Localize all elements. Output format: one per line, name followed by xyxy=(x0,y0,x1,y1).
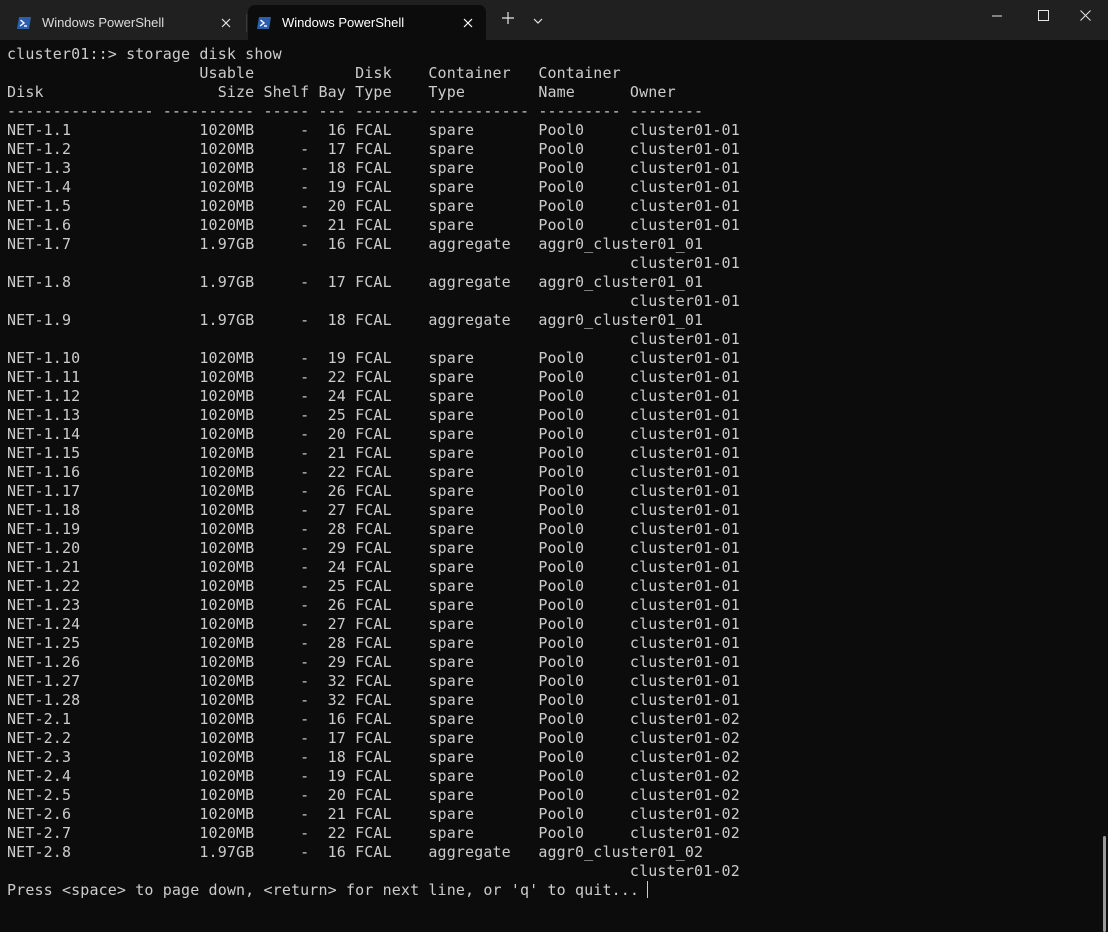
tab-separator xyxy=(246,14,247,32)
terminal-line: NET-1.13 1020MB - 25 FCAL spare Pool0 cl… xyxy=(7,406,740,424)
terminal-line: ---------------- ---------- ----- --- --… xyxy=(7,102,704,120)
terminal-line: NET-2.5 1020MB - 20 FCAL spare Pool0 clu… xyxy=(7,786,740,804)
new-tab-button[interactable] xyxy=(494,6,522,34)
terminal-line: NET-2.7 1020MB - 22 FCAL spare Pool0 clu… xyxy=(7,824,740,842)
maximize-icon xyxy=(1037,8,1049,26)
title-bar: Windows PowerShell Windows PowerShell xyxy=(0,0,1108,40)
terminal-line: NET-1.27 1020MB - 32 FCAL spare Pool0 cl… xyxy=(7,672,740,690)
terminal-line: NET-1.21 1020MB - 24 FCAL spare Pool0 cl… xyxy=(7,558,740,576)
terminal-line: NET-1.7 1.97GB - 16 FCAL aggregate aggr0… xyxy=(7,235,704,253)
minimize-button[interactable] xyxy=(974,0,1020,34)
minimize-icon xyxy=(992,8,1002,26)
terminal-line: cluster01-02 xyxy=(7,862,740,880)
terminal-line: NET-1.14 1020MB - 20 FCAL spare Pool0 cl… xyxy=(7,425,740,443)
tab-title: Windows PowerShell xyxy=(42,15,165,30)
terminal-line: NET-1.10 1020MB - 19 FCAL spare Pool0 cl… xyxy=(7,349,740,367)
terminal-line: NET-1.4 1020MB - 19 FCAL spare Pool0 clu… xyxy=(7,178,740,196)
powershell-icon xyxy=(256,15,272,31)
terminal-line: NET-1.1 1020MB - 16 FCAL spare Pool0 clu… xyxy=(7,121,740,139)
terminal-line: NET-1.3 1020MB - 18 FCAL spare Pool0 clu… xyxy=(7,159,740,177)
terminal-line: NET-1.2 1020MB - 17 FCAL spare Pool0 clu… xyxy=(7,140,740,158)
window-close-button[interactable] xyxy=(1062,0,1108,34)
terminal-line: NET-1.22 1020MB - 25 FCAL spare Pool0 cl… xyxy=(7,577,740,595)
text-cursor xyxy=(647,881,649,898)
terminal-line: NET-2.4 1020MB - 19 FCAL spare Pool0 clu… xyxy=(7,767,740,785)
terminal-line: NET-1.11 1020MB - 22 FCAL spare Pool0 cl… xyxy=(7,368,740,386)
tab-dropdown-button[interactable] xyxy=(524,6,552,34)
scrollbar[interactable] xyxy=(1100,40,1106,932)
terminal-line: NET-1.17 1020MB - 26 FCAL spare Pool0 cl… xyxy=(7,482,740,500)
terminal-line: NET-1.6 1020MB - 21 FCAL spare Pool0 clu… xyxy=(7,216,740,234)
terminal-line: NET-1.25 1020MB - 28 FCAL spare Pool0 cl… xyxy=(7,634,740,652)
terminal-line: NET-1.5 1020MB - 20 FCAL spare Pool0 clu… xyxy=(7,197,740,215)
scrollbar-thumb[interactable] xyxy=(1103,836,1106,932)
tab-powershell-1[interactable]: Windows PowerShell xyxy=(8,5,244,40)
terminal-line: NET-1.19 1020MB - 28 FCAL spare Pool0 cl… xyxy=(7,520,740,538)
maximize-button[interactable] xyxy=(1020,0,1066,34)
terminal-line: NET-1.15 1020MB - 21 FCAL spare Pool0 cl… xyxy=(7,444,740,462)
terminal-line: Disk Size Shelf Bay Type Type Name Owner xyxy=(7,83,676,101)
chevron-down-icon xyxy=(533,11,543,29)
tab-title: Windows PowerShell xyxy=(282,15,405,30)
terminal-line: NET-1.16 1020MB - 22 FCAL spare Pool0 cl… xyxy=(7,463,740,481)
terminal-line: cluster01-01 xyxy=(7,254,740,272)
terminal-line: NET-2.6 1020MB - 21 FCAL spare Pool0 clu… xyxy=(7,805,740,823)
plus-icon xyxy=(502,11,514,29)
terminal-line: NET-1.18 1020MB - 27 FCAL spare Pool0 cl… xyxy=(7,501,740,519)
close-icon[interactable] xyxy=(454,9,482,37)
terminal-line: NET-1.20 1020MB - 29 FCAL spare Pool0 cl… xyxy=(7,539,740,557)
terminal-line: NET-2.2 1020MB - 17 FCAL spare Pool0 clu… xyxy=(7,729,740,747)
terminal-line: cluster01-01 xyxy=(7,330,740,348)
terminal-output[interactable]: cluster01::> storage disk show Usable Di… xyxy=(7,45,1097,925)
terminal-line: NET-1.8 1.97GB - 17 FCAL aggregate aggr0… xyxy=(7,273,704,291)
close-icon[interactable] xyxy=(212,9,240,37)
terminal-line: NET-1.23 1020MB - 26 FCAL spare Pool0 cl… xyxy=(7,596,740,614)
terminal-line: NET-1.9 1.97GB - 18 FCAL aggregate aggr0… xyxy=(7,311,704,329)
terminal-line: NET-2.1 1020MB - 16 FCAL spare Pool0 clu… xyxy=(7,710,740,728)
terminal-line: Usable Disk Container Container xyxy=(7,64,621,82)
tab-powershell-2[interactable]: Windows PowerShell xyxy=(248,5,486,40)
terminal-line: cluster01-01 xyxy=(7,292,740,310)
terminal-line: NET-1.26 1020MB - 29 FCAL spare Pool0 cl… xyxy=(7,653,740,671)
terminal-line: NET-1.28 1020MB - 32 FCAL spare Pool0 cl… xyxy=(7,691,740,709)
pager-prompt-line: Press <space> to page down, <return> for… xyxy=(7,881,1097,900)
terminal-line: NET-1.12 1020MB - 24 FCAL spare Pool0 cl… xyxy=(7,387,740,405)
powershell-icon xyxy=(16,15,32,31)
terminal-line: NET-2.8 1.97GB - 16 FCAL aggregate aggr0… xyxy=(7,843,704,861)
terminal-line: NET-1.24 1020MB - 27 FCAL spare Pool0 cl… xyxy=(7,615,740,633)
terminal-line: NET-2.3 1020MB - 18 FCAL spare Pool0 clu… xyxy=(7,748,740,766)
close-icon xyxy=(1079,8,1091,26)
command-line: cluster01::> storage disk show xyxy=(7,45,282,63)
